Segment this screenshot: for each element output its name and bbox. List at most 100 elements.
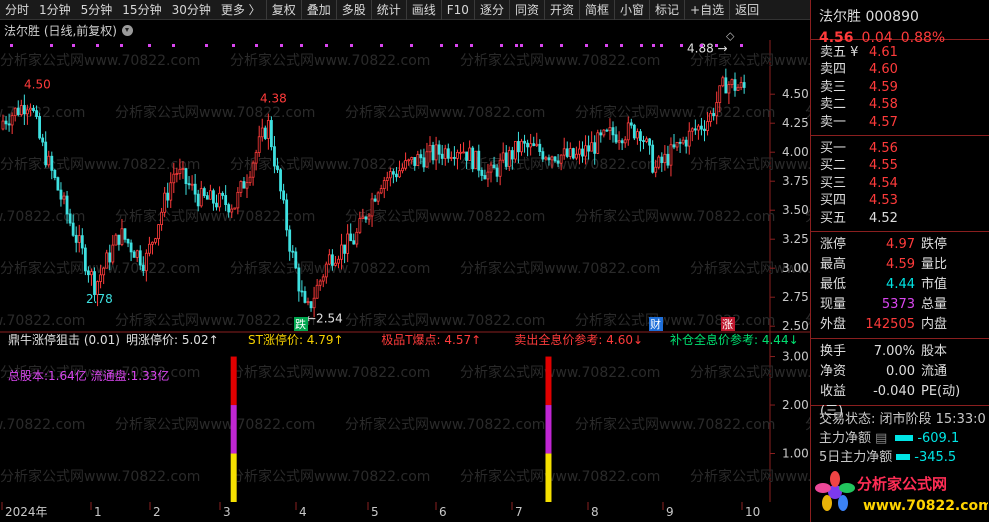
candle-body <box>105 252 109 269</box>
candle-body <box>340 244 343 260</box>
candle-body <box>425 151 429 168</box>
indicator-bar <box>230 405 237 454</box>
candle-body <box>212 190 215 204</box>
candle-body <box>13 107 17 117</box>
toolbar-item-17[interactable]: 标记 <box>649 0 684 20</box>
main-net5-row: 5日主力净额 -345.5 <box>819 449 957 465</box>
toolbar-item-12[interactable]: 逐分 <box>473 0 509 20</box>
candle-body <box>709 113 712 122</box>
candle-body <box>22 105 26 115</box>
book-price: 4.58 <box>869 97 898 113</box>
signal-dot <box>410 44 413 47</box>
candle-body <box>7 123 11 126</box>
candle-body <box>288 229 292 252</box>
candle-body <box>248 176 252 184</box>
bids-row: 买五 4.52 <box>811 210 989 227</box>
candle-body <box>678 141 682 144</box>
candle-body <box>526 142 529 148</box>
event-tag-label: 跌 <box>295 317 306 331</box>
stat-row: 换手 7.00% 股本 <box>811 342 989 362</box>
candle-body <box>41 137 45 143</box>
candle-body <box>208 190 212 200</box>
stat-label-2: PE(动) <box>921 383 961 399</box>
toolbar-item-14[interactable]: 开资 <box>543 0 579 20</box>
toolbar-item-16[interactable]: 小窗 <box>614 0 649 20</box>
candle-body <box>456 152 459 159</box>
candle-body <box>736 86 740 91</box>
stat-value: 4.44 <box>886 276 915 292</box>
toolbar-item-2[interactable]: 5分钟 <box>76 0 118 20</box>
candle-body <box>318 280 322 286</box>
candle-body <box>581 148 584 157</box>
candle-body <box>578 148 581 155</box>
toolbar-item-10[interactable]: 画线 <box>405 0 441 20</box>
candle-body <box>147 243 151 254</box>
toolbar-item-4[interactable]: 30分钟 <box>167 0 216 20</box>
candle-body <box>257 136 261 153</box>
candle-body <box>404 160 408 169</box>
signal-dot <box>232 44 235 47</box>
book-label: 买二 <box>820 158 847 174</box>
toolbar-item-18[interactable]: +自选 <box>684 0 729 20</box>
candle-body <box>575 153 578 159</box>
signal-dot <box>500 44 503 47</box>
candle-body <box>623 139 627 144</box>
candle-body <box>309 301 313 309</box>
candle-body <box>291 250 295 253</box>
toolbar-item-13[interactable]: 同资 <box>508 0 544 20</box>
candle-body <box>151 241 154 245</box>
candle-body <box>300 290 304 293</box>
toolbar-item-7[interactable]: 叠加 <box>300 0 336 20</box>
candle-body <box>388 171 392 179</box>
toolbar-item-0[interactable]: 分时 <box>0 0 34 20</box>
indicator-bar <box>545 356 552 406</box>
candle-body <box>370 198 374 217</box>
candle-body <box>715 102 719 117</box>
indicator-field: 卖出全息价参考: 4.60↓ <box>514 332 643 347</box>
asks-row: 卖二 4.58 <box>811 96 989 113</box>
month-label: 1 <box>94 505 102 519</box>
candle-body <box>135 250 139 258</box>
toolbar-item-8[interactable]: 多股 <box>335 0 371 20</box>
toolbar-item-3[interactable]: 15分钟 <box>117 0 166 20</box>
candle-body <box>507 150 511 167</box>
candle-body <box>16 107 20 116</box>
stat-label: 收益(三) <box>820 383 847 419</box>
candle-body <box>675 141 679 148</box>
toolbar-item-6[interactable]: 复权 <box>265 0 301 20</box>
candle-body <box>83 247 87 272</box>
candle-body <box>117 234 121 245</box>
candle-body <box>321 276 325 282</box>
signal-dot <box>255 44 258 47</box>
stat-value: 4.97 <box>886 236 915 252</box>
watermark-text: 分析家公式网www.70822.com <box>345 312 545 329</box>
kline-chart[interactable]: 分析家公式网www.70822.com 分析家公式网www.70822.com 分析… <box>0 20 810 522</box>
candle-body <box>553 156 557 162</box>
candle-body <box>471 147 475 170</box>
month-label: 10 <box>745 505 760 519</box>
candle-body <box>590 142 594 152</box>
signal-dot <box>148 44 151 47</box>
candle-body <box>645 138 648 142</box>
toolbar-item-15[interactable]: 简框 <box>578 0 614 20</box>
stat-value: -0.040 <box>873 383 915 399</box>
toolbar-item-5[interactable]: 更多 〉 <box>216 0 266 20</box>
toolbar-item-9[interactable]: 统计 <box>370 0 406 20</box>
candle-body <box>648 138 651 146</box>
book-label: 卖五 ¥ <box>820 45 859 60</box>
candle-body <box>449 157 453 159</box>
month-label: 3 <box>223 505 231 519</box>
book-price: 4.60 <box>869 62 898 78</box>
toolbar-item-11[interactable]: F10 <box>440 0 474 20</box>
stat-row: 最低 4.44 市值 <box>811 275 989 295</box>
event-tag-label: 财 <box>650 317 661 331</box>
watermark-text: 分析家公式网www.70822.com <box>0 416 85 433</box>
candle-body <box>571 148 575 159</box>
candle-body <box>90 271 93 276</box>
candle-body <box>65 195 69 215</box>
indicator-name: 鼎牛涨停狙击 (0.01) <box>8 332 120 347</box>
candle-body <box>175 173 179 175</box>
toolbar-item-19[interactable]: 返回 <box>729 0 764 20</box>
candle-body <box>626 122 630 141</box>
toolbar-item-1[interactable]: 1分钟 <box>34 0 76 20</box>
